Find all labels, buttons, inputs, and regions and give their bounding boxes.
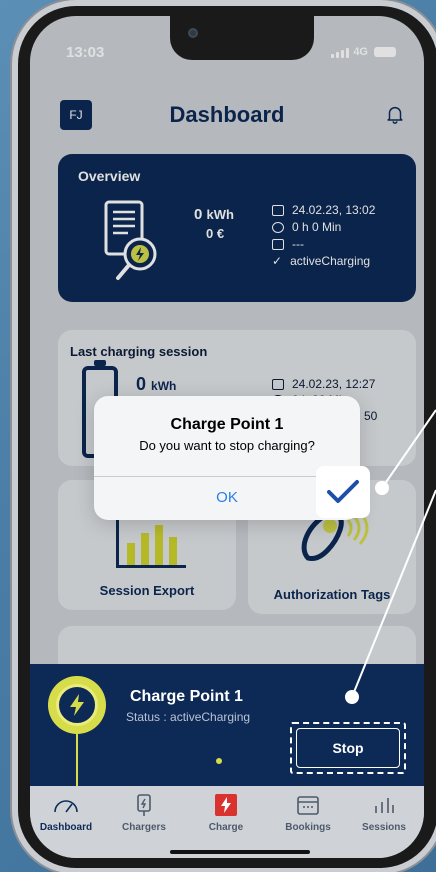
stop-button[interactable]: Stop [296, 728, 400, 768]
notch [170, 16, 314, 60]
phone-frame: 13:03 4G FJ Dashboard Overview 0 kWh 0 €… [18, 6, 436, 868]
dialog-message: Do you want to stop charging? [139, 438, 315, 453]
charge-point-status: Status : activeCharging [126, 710, 251, 724]
charge-point-badge [48, 676, 106, 734]
tab-dashboard[interactable]: Dashboard [30, 792, 102, 833]
bar-chart-icon [375, 798, 394, 813]
charge-point-title: Charge Point 1 [130, 688, 243, 705]
tab-sessions-label: Sessions [362, 822, 406, 833]
speedometer-icon [54, 800, 78, 813]
tab-dashboard-label: Dashboard [39, 822, 93, 833]
tab-bookings-label: Bookings [285, 822, 331, 833]
tab-bookings[interactable]: Bookings [272, 792, 344, 833]
dialog-title: Charge Point 1 [170, 416, 284, 433]
page-indicator-dot [216, 758, 222, 764]
tab-chargers-label: Chargers [122, 822, 166, 833]
tab-charge-label: Charge [208, 822, 244, 833]
confirm-check-badge [316, 466, 370, 518]
active-charge-sheet: Charge Point 1 Status : activeCharging S… [30, 664, 424, 786]
progress-connector [76, 734, 78, 786]
tab-bar: Dashboard Chargers Charge Bookings Sessi… [30, 786, 424, 858]
bolt-icon [215, 794, 237, 816]
charger-icon [137, 794, 151, 816]
tab-charge[interactable]: Charge [190, 792, 262, 833]
bolt-icon [70, 694, 84, 716]
checkmark-icon [327, 480, 359, 503]
calendar-icon [297, 796, 319, 815]
tab-chargers[interactable]: Chargers [108, 792, 180, 833]
tab-sessions[interactable]: Sessions [348, 792, 420, 833]
app-screen: 13:03 4G FJ Dashboard Overview 0 kWh 0 €… [30, 16, 424, 858]
front-camera [188, 28, 198, 38]
home-indicator [170, 850, 310, 854]
